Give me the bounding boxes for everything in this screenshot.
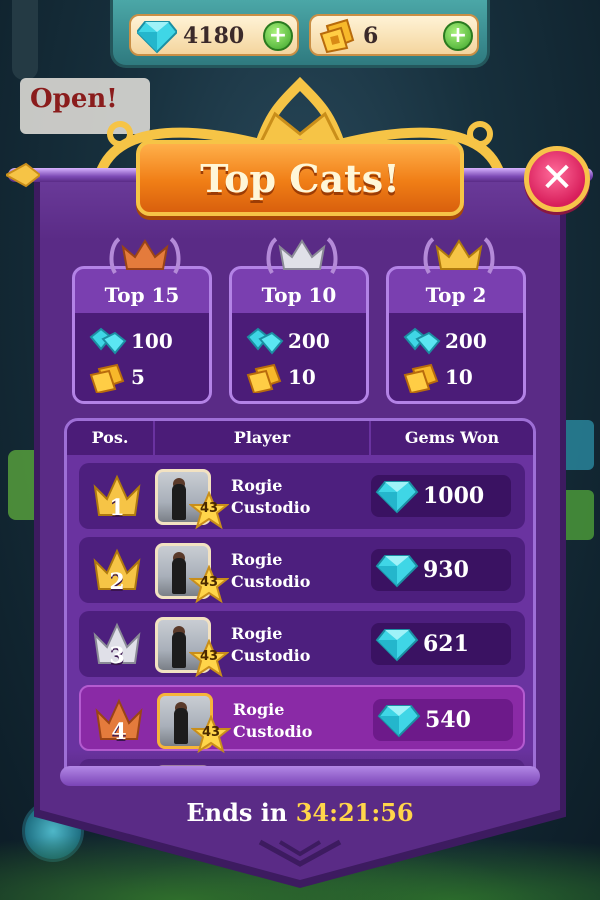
gems-won-value: 1000 xyxy=(423,483,485,509)
gems-pile-icon xyxy=(89,327,127,355)
countdown-time: 34:21:56 xyxy=(295,798,414,827)
player-name: Rogie Custodio xyxy=(231,549,361,593)
header-position: Pos. xyxy=(67,421,155,455)
gems-won-box: 1000 xyxy=(371,475,511,517)
reward-tier-top-15: Top 15 100 5 xyxy=(72,237,212,404)
gems-value: 4180 xyxy=(183,23,245,49)
player-first-name: Rogie xyxy=(231,476,283,495)
diamond-icon xyxy=(137,21,177,54)
reward-tier-top-10: Top 10 200 10 xyxy=(229,237,369,404)
tier-gems-value: 200 xyxy=(445,329,487,353)
gold-bar-icon xyxy=(319,18,355,54)
player-level: 43 xyxy=(199,501,219,516)
table-header: Pos. Player Gems Won xyxy=(67,421,533,455)
banner-tip-ornament xyxy=(258,839,342,867)
scroll-edge-ornament xyxy=(60,766,540,786)
avatar-figure xyxy=(172,558,186,594)
gold-counter: 6 + xyxy=(309,14,479,56)
add-gems-button[interactable]: + xyxy=(263,21,293,51)
player-first-name: Rogie xyxy=(231,550,283,569)
tier-gold-value: 5 xyxy=(131,365,145,389)
gems-won-box: 540 xyxy=(373,699,513,741)
tier-gold-value: 10 xyxy=(288,365,316,389)
tier-gems-value: 100 xyxy=(131,329,173,353)
header-player: Player xyxy=(155,421,371,455)
rank-number: 1 xyxy=(109,495,125,521)
gems-pile-icon xyxy=(246,327,284,355)
diamond-icon xyxy=(375,481,419,514)
rank-number: 2 xyxy=(109,569,125,595)
avatar-figure xyxy=(174,708,188,744)
gems-won-box: 930 xyxy=(371,549,511,591)
background-pole xyxy=(12,0,38,80)
diamond-icon xyxy=(377,705,421,738)
table-row[interactable]: 1 43 Rogie Custodio 1000 xyxy=(79,463,525,529)
diamond-icon xyxy=(375,555,419,588)
bronze-crown-icon xyxy=(109,237,181,275)
rod-tip-ornament xyxy=(6,162,40,188)
player-first-name: Rogie xyxy=(233,700,285,719)
leaderboard-table[interactable]: Pos. Player Gems Won 1 43 Rogie Custodio… xyxy=(64,418,536,782)
gold-bar-icon xyxy=(246,363,282,393)
gems-pile-icon xyxy=(403,327,441,355)
avatar-figure xyxy=(172,484,186,520)
player-name: Rogie Custodio xyxy=(231,475,361,519)
rank-number: 3 xyxy=(109,643,125,669)
title-plaque: Top Cats! xyxy=(136,140,464,216)
tier-gems-value: 200 xyxy=(288,329,330,353)
gold-bar-icon xyxy=(89,363,125,393)
close-button[interactable]: ✕ xyxy=(524,146,590,212)
add-gold-button[interactable]: + xyxy=(443,21,473,51)
player-last-name: Custodio xyxy=(233,722,313,741)
gems-counter: 4180 + xyxy=(129,14,299,56)
gold-crown-icon xyxy=(423,237,495,275)
player-level: 43 xyxy=(199,649,219,664)
player-level: 43 xyxy=(199,575,219,590)
player-name: Rogie Custodio xyxy=(231,623,361,667)
gems-won-value: 930 xyxy=(423,557,469,583)
player-name: Rogie Custodio xyxy=(233,699,363,743)
leaderboard-rows: 1 43 Rogie Custodio 1000 2 43 Rogie Cust… xyxy=(79,455,525,779)
page-title: Top Cats! xyxy=(200,155,400,201)
avatar-figure xyxy=(172,632,186,668)
table-row[interactable]: 2 43 Rogie Custodio 930 xyxy=(79,537,525,603)
tier-gold-value: 10 xyxy=(445,365,473,389)
player-last-name: Custodio xyxy=(231,646,311,665)
gems-won-value: 621 xyxy=(423,631,469,657)
player-last-name: Custodio xyxy=(231,572,311,591)
rank-number: 4 xyxy=(111,719,127,745)
player-level: 43 xyxy=(201,725,221,740)
table-row[interactable]: 4 43 Rogie Custodio 540 xyxy=(79,685,525,753)
diamond-icon xyxy=(375,629,419,662)
table-row[interactable]: 3 43 Rogie Custodio 621 xyxy=(79,611,525,677)
currency-bar: 4180 + 6 + xyxy=(110,0,490,68)
gems-won-box: 621 xyxy=(371,623,511,665)
gold-value: 6 xyxy=(363,23,379,49)
gold-bar-icon xyxy=(403,363,439,393)
reward-tier-top-2: Top 2 200 10 xyxy=(386,237,526,404)
player-first-name: Rogie xyxy=(231,624,283,643)
player-last-name: Custodio xyxy=(231,498,311,517)
silver-crown-icon xyxy=(266,237,338,275)
gems-won-value: 540 xyxy=(425,707,471,733)
countdown-label: Ends in xyxy=(186,798,288,827)
countdown: Ends in 34:21:56 xyxy=(0,798,600,827)
header-gems-won: Gems Won xyxy=(404,428,500,447)
